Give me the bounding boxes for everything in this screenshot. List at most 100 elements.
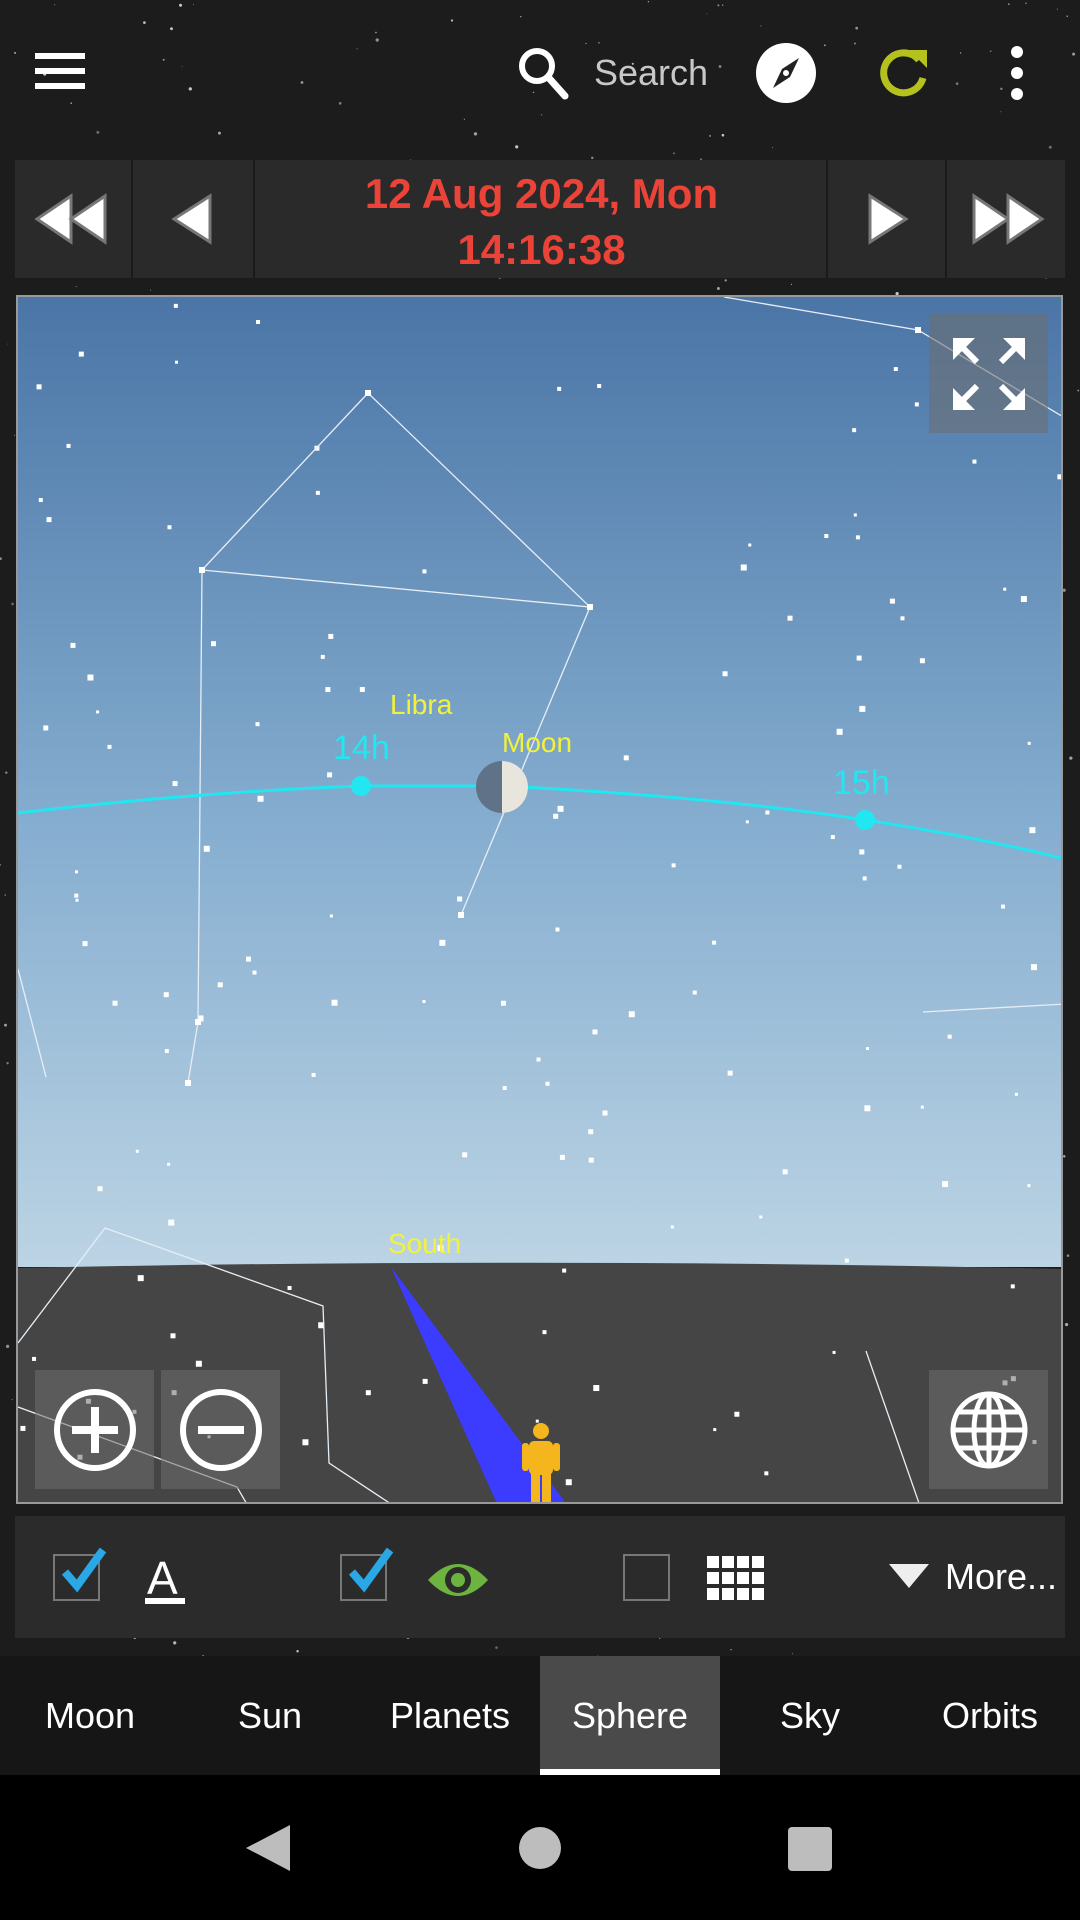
date-time-bar: 12 Aug 2024, Mon 14:16:38 xyxy=(15,160,1065,278)
visibility-checkbox[interactable] xyxy=(340,1547,394,1601)
sky-star xyxy=(764,1471,769,1476)
sky-star xyxy=(365,1390,371,1396)
sky-star xyxy=(748,543,752,547)
background-star xyxy=(11,602,14,606)
sky-canvas[interactable]: 14h 15h Moon Libra South xyxy=(18,297,1063,1504)
sky-star xyxy=(782,1169,788,1175)
background-star xyxy=(11,1398,13,1401)
overflow-menu-button[interactable] xyxy=(1000,45,1034,101)
sky-star xyxy=(765,810,770,815)
sky-star xyxy=(535,1419,539,1423)
sky-star xyxy=(864,1105,871,1112)
sky-star xyxy=(1057,474,1061,480)
background-star xyxy=(1077,389,1080,392)
ecliptic-hour-marker-15h xyxy=(855,810,875,830)
background-star xyxy=(75,286,77,288)
sky-star xyxy=(889,598,895,604)
moon[interactable] xyxy=(476,761,528,813)
recents-icon[interactable] xyxy=(787,1826,833,1872)
step-back-button[interactable] xyxy=(133,160,255,278)
sky-star xyxy=(38,498,43,503)
direction-label-south: South xyxy=(388,1228,461,1259)
top-app-bar: Search xyxy=(0,0,1080,145)
sky-star xyxy=(302,1439,309,1446)
sky-star xyxy=(217,982,223,988)
tab-orbits[interactable]: Orbits xyxy=(900,1656,1080,1775)
fullscreen-icon xyxy=(952,337,1025,410)
more-vertical-icon xyxy=(1011,46,1023,100)
sky-star xyxy=(713,1428,717,1432)
globe-view-button[interactable] xyxy=(929,1370,1048,1489)
sky-star xyxy=(542,1330,547,1335)
back-icon[interactable] xyxy=(244,1823,292,1873)
display-options-toolbar: A More... xyxy=(15,1516,1065,1638)
background-star xyxy=(4,894,7,896)
sky-star xyxy=(329,914,333,918)
search-button[interactable]: Search xyxy=(515,40,715,100)
background-star xyxy=(790,283,793,285)
step-forward-icon xyxy=(868,193,909,245)
sky-star xyxy=(87,674,94,681)
celestial-sphere-view[interactable]: 14h 15h Moon Libra South xyxy=(16,295,1063,1504)
grid-checkbox[interactable] xyxy=(623,1554,670,1601)
fast-forward-button[interactable] xyxy=(947,160,1065,278)
sky-star xyxy=(859,849,865,855)
fast-rewind-button[interactable] xyxy=(15,160,133,278)
sky-star xyxy=(824,534,829,539)
hour-label-15h: 15h xyxy=(833,764,890,802)
zoom-out-button[interactable] xyxy=(161,1370,280,1489)
sky-star xyxy=(36,384,42,390)
date-display[interactable]: 12 Aug 2024, Mon 14:16:38 xyxy=(255,160,828,278)
sky-star xyxy=(914,402,919,407)
sky-star xyxy=(167,525,172,530)
background-star xyxy=(1066,1254,1070,1257)
labels-checkbox[interactable] xyxy=(53,1547,107,1601)
eye-icon xyxy=(428,1564,488,1596)
sky-star xyxy=(623,755,629,761)
sky-star xyxy=(457,896,463,902)
background-star xyxy=(13,434,16,437)
fullscreen-button[interactable] xyxy=(929,314,1048,433)
sky-star xyxy=(46,517,52,523)
menu-button[interactable] xyxy=(30,45,90,99)
sky-star xyxy=(740,564,747,571)
background-star xyxy=(173,1641,177,1645)
sky-star xyxy=(255,722,260,727)
checkmark-icon xyxy=(61,1547,107,1593)
sky-star xyxy=(830,835,835,840)
sky-star xyxy=(832,1350,836,1354)
tab-sky[interactable]: Sky xyxy=(720,1656,900,1775)
sky-star xyxy=(135,1149,139,1153)
sky-star xyxy=(82,941,88,947)
step-forward-button[interactable] xyxy=(828,160,947,278)
sky-star xyxy=(836,728,843,735)
sky-star xyxy=(137,1275,144,1282)
sky-star xyxy=(167,1162,171,1166)
moon-label: Moon xyxy=(502,727,572,758)
sky-star xyxy=(462,1152,468,1158)
background-star xyxy=(1069,756,1073,760)
tab-moon[interactable]: Moon xyxy=(0,1656,180,1775)
fast-rewind-icon xyxy=(34,193,107,245)
zoom-in-button[interactable] xyxy=(35,1370,154,1489)
sky-star xyxy=(173,303,178,308)
sky-star xyxy=(107,744,112,749)
compass-button[interactable] xyxy=(755,42,817,104)
bottom-tab-bar: Moon Sun Planets Sphere Sky Orbits xyxy=(0,1656,1080,1775)
background-star xyxy=(515,145,519,149)
sky-star xyxy=(588,1129,594,1135)
tab-sphere[interactable]: Sphere xyxy=(540,1656,720,1775)
sky-star xyxy=(920,1105,924,1109)
refresh-button[interactable] xyxy=(875,44,931,100)
sky-star xyxy=(170,1333,176,1339)
tab-sun[interactable]: Sun xyxy=(180,1656,360,1775)
sky-star xyxy=(555,927,560,932)
sky-star xyxy=(855,535,860,540)
background-star xyxy=(1065,1322,1069,1327)
tab-planets[interactable]: Planets xyxy=(360,1656,540,1775)
background-star xyxy=(0,557,2,560)
more-options-button[interactable]: More... xyxy=(885,1546,1065,1606)
sky-star xyxy=(947,1034,952,1039)
sky-star xyxy=(853,513,857,517)
home-icon[interactable] xyxy=(518,1826,562,1870)
